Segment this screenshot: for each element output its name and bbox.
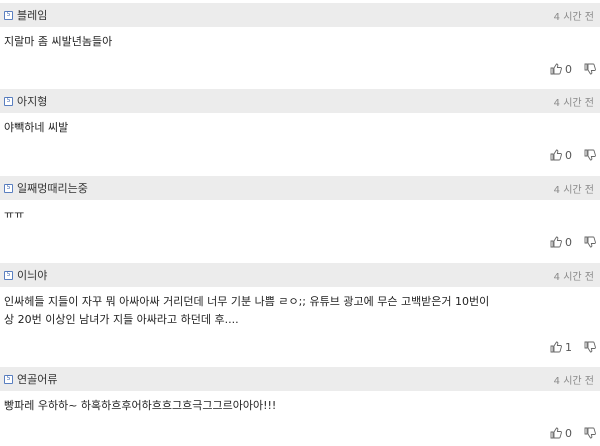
dislike-button[interactable] — [584, 236, 596, 248]
comment-item: 5 블레임 4 시간 전 지랄마 좀 씨발년놈들아 0 — [0, 3, 600, 86]
comment-user[interactable]: 5 연골어류 — [4, 371, 57, 387]
level-badge-icon: 5 — [4, 374, 13, 384]
comment-header: 5 연골어류 4 시간 전 — [0, 367, 600, 391]
comment-item: 5 아지형 4 시간 전 야빽하네 씨발 0 — [0, 89, 600, 173]
like-count: 0 — [565, 62, 572, 76]
dislike-button[interactable] — [584, 149, 596, 161]
username[interactable]: 이늬야 — [17, 267, 47, 283]
comment-user[interactable]: 5 블레임 — [4, 7, 47, 23]
comment-user[interactable]: 5 일째멍때리는중 — [4, 180, 88, 196]
comment-line: 상 20번 이상인 남녀가 지들 아싸라고 하던데 후.... — [4, 313, 239, 326]
like-count: 0 — [565, 235, 572, 249]
timestamp: 4 시간 전 — [553, 184, 594, 196]
comment-actions: 0 — [0, 61, 600, 77]
thumbs-up-icon — [550, 236, 562, 248]
comment-header: 5 이늬야 4 시간 전 — [0, 263, 600, 287]
like-button[interactable]: 0 — [550, 63, 584, 76]
dislike-button[interactable] — [584, 427, 596, 439]
like-button[interactable]: 1 — [550, 341, 584, 354]
dislike-button[interactable] — [584, 341, 596, 353]
comment-line: 지랄마 좀 씨발년놈들아 — [4, 35, 113, 48]
level-badge-icon: 5 — [4, 96, 13, 106]
thumbs-down-icon — [584, 63, 596, 75]
comment-line: 야빽하네 씨발 — [4, 121, 69, 134]
thumbs-up-icon — [550, 149, 562, 161]
comment-line: 인싸헤들 지들이 자꾸 뭐 아싸아싸 거리던데 너무 기분 나쁨 ㄹㅇ;; 유튜… — [4, 295, 490, 308]
thumbs-up-icon — [550, 341, 562, 353]
comment-actions: 0 — [0, 147, 600, 163]
like-button[interactable]: 0 — [550, 236, 584, 249]
comment-text: ㅠㅠ — [0, 206, 600, 224]
level-badge-icon: 5 — [4, 183, 13, 193]
comment-user[interactable]: 5 이늬야 — [4, 267, 47, 283]
username[interactable]: 일째멍때리는중 — [17, 180, 88, 196]
like-button[interactable]: 0 — [550, 149, 584, 162]
thumbs-up-icon — [550, 427, 562, 439]
comment-header: 5 블레임 4 시간 전 — [0, 3, 600, 27]
thumbs-down-icon — [584, 149, 596, 161]
timestamp: 4 시간 전 — [553, 11, 594, 23]
comment-actions: 0 — [0, 234, 600, 250]
timestamp: 4 시간 전 — [553, 97, 594, 109]
comment-actions: 0 — [0, 425, 600, 441]
comment-item: 5 일째멍때리는중 4 시간 전 ㅠㅠ 0 — [0, 176, 600, 260]
level-badge-icon: 5 — [4, 270, 13, 280]
comment-user[interactable]: 5 아지형 — [4, 93, 47, 109]
timestamp: 4 시간 전 — [553, 375, 594, 387]
comment-text: 빵파레 우하하~ 하혹하흐후어하흐흐그흐극그그르아아아!!! — [0, 397, 600, 415]
comment-text: 지랄마 좀 씨발년놈들아 — [0, 33, 600, 51]
comment-line: ㅠㅠ — [4, 208, 25, 221]
like-count: 0 — [565, 426, 572, 440]
thumbs-down-icon — [584, 236, 596, 248]
comment-header: 5 일째멍때리는중 4 시간 전 — [0, 176, 600, 200]
comment-item: 5 연골어류 4 시간 전 빵파레 우하하~ 하혹하흐후어하흐흐그흐극그그르아아… — [0, 367, 600, 446]
comment-text: 야빽하네 씨발 — [0, 119, 600, 137]
username[interactable]: 블레임 — [17, 7, 47, 23]
username[interactable]: 아지형 — [17, 93, 47, 109]
like-count: 1 — [565, 340, 572, 354]
like-count: 0 — [565, 148, 572, 162]
comment-line: 빵파레 우하하~ 하혹하흐후어하흐흐그흐극그그르아아아!!! — [4, 399, 277, 412]
timestamp: 4 시간 전 — [553, 271, 594, 283]
dislike-button[interactable] — [584, 63, 596, 75]
comment-header: 5 아지형 4 시간 전 — [0, 89, 600, 113]
like-button[interactable]: 0 — [550, 427, 584, 440]
comment-actions: 1 — [0, 339, 600, 355]
comment-list: 5 블레임 4 시간 전 지랄마 좀 씨발년놈들아 0 5 아지형 4 시간 전 — [0, 3, 600, 446]
thumbs-down-icon — [584, 341, 596, 353]
thumbs-up-icon — [550, 63, 562, 75]
comment-text: 인싸헤들 지들이 자꾸 뭐 아싸아싸 거리던데 너무 기분 나쁨 ㄹㅇ;; 유튜… — [0, 293, 600, 329]
thumbs-down-icon — [584, 427, 596, 439]
comment-item: 5 이늬야 4 시간 전 인싸헤들 지들이 자꾸 뭐 아싸아싸 거리던데 너무 … — [0, 263, 600, 364]
level-badge-icon: 5 — [4, 10, 13, 20]
username[interactable]: 연골어류 — [17, 371, 57, 387]
